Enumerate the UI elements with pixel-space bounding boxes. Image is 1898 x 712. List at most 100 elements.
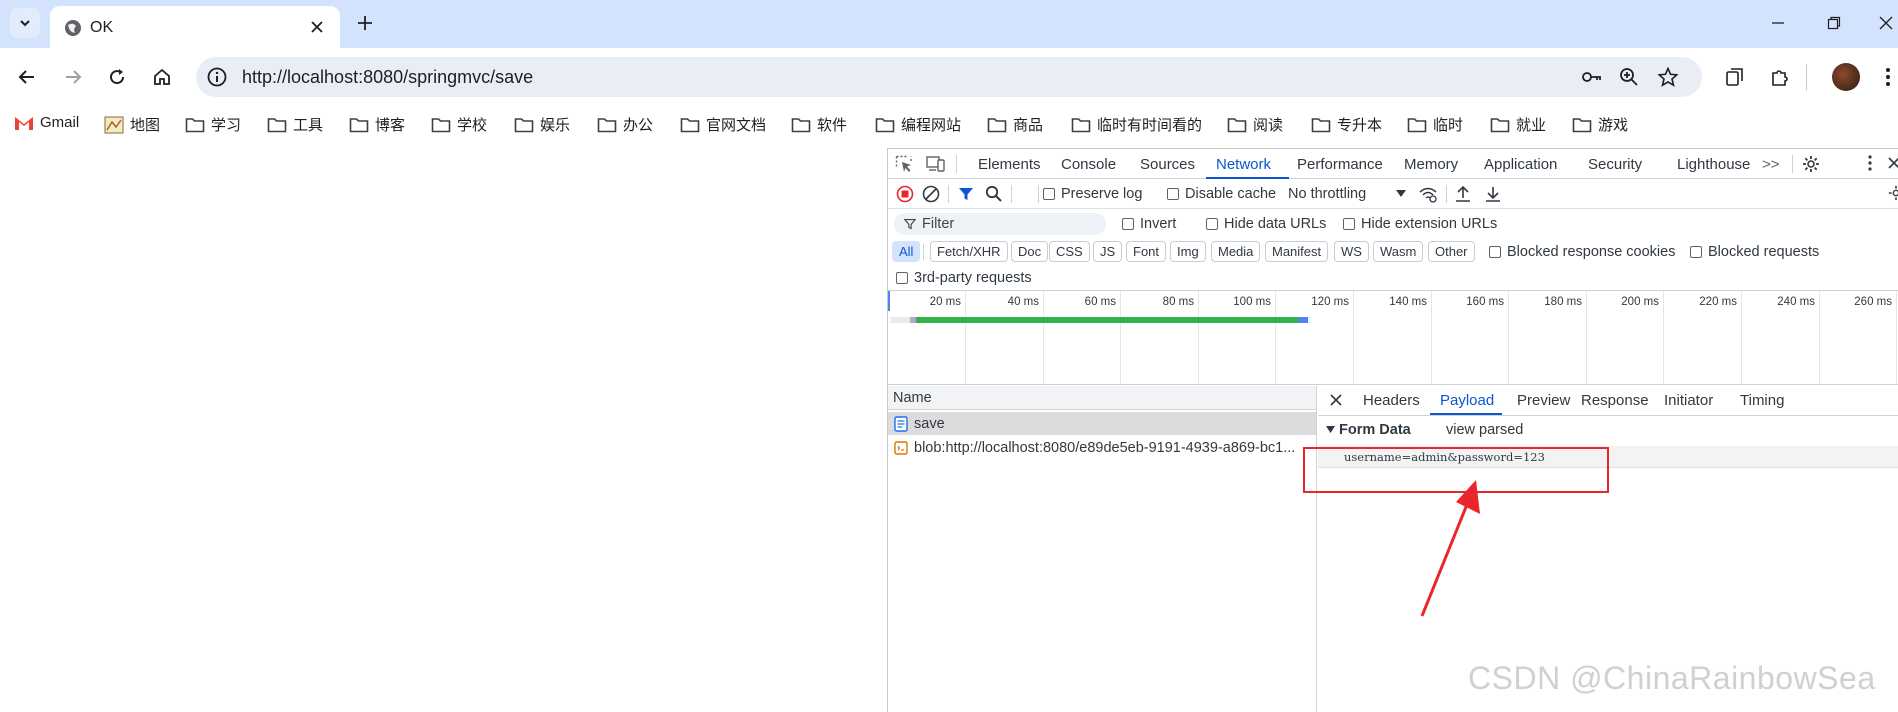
bookmark-folder-docs[interactable]: 官网文档 bbox=[680, 114, 766, 135]
type-chip-css[interactable]: CSS bbox=[1049, 241, 1090, 262]
type-chip-other[interactable]: Other bbox=[1428, 241, 1475, 262]
type-chip-ws[interactable]: WS bbox=[1334, 241, 1369, 262]
search-button[interactable] bbox=[985, 185, 1002, 202]
disable-cache-checkbox[interactable]: Disable cache bbox=[1167, 186, 1276, 202]
close-window-button[interactable] bbox=[1874, 10, 1898, 36]
reload-button[interactable] bbox=[100, 60, 134, 94]
bookmark-folder-temp[interactable]: 临时 bbox=[1407, 114, 1463, 135]
bookmark-folder-reading[interactable]: 阅读 bbox=[1227, 114, 1283, 135]
network-settings-button[interactable] bbox=[1888, 185, 1898, 201]
tab-sources[interactable]: Sources bbox=[1140, 156, 1195, 173]
type-chip-wasm[interactable]: Wasm bbox=[1373, 241, 1424, 262]
blocked-requests-checkbox[interactable]: Blocked requests bbox=[1690, 244, 1819, 260]
tab-application[interactable]: Application bbox=[1484, 156, 1557, 173]
tab-performance[interactable]: Performance bbox=[1297, 156, 1383, 173]
import-har-button[interactable] bbox=[1455, 185, 1471, 203]
checkbox-box[interactable] bbox=[1043, 188, 1055, 200]
tab-search-button[interactable] bbox=[1718, 60, 1752, 94]
type-chip-font[interactable]: Font bbox=[1126, 241, 1167, 262]
clear-button[interactable] bbox=[922, 185, 940, 203]
filter-input[interactable]: Filter bbox=[894, 213, 1106, 235]
bookmark-folder-school[interactable]: 学校 bbox=[431, 114, 487, 135]
bookmark-gmail[interactable]: Gmail bbox=[14, 114, 79, 131]
bookmark-folder-goods[interactable]: 商品 bbox=[987, 114, 1043, 135]
bookmark-folder-study[interactable]: 学习 bbox=[185, 114, 241, 135]
view-parsed-toggle[interactable]: view parsed bbox=[1446, 422, 1523, 438]
type-chip-manifest[interactable]: Manifest bbox=[1265, 241, 1329, 262]
tab-lighthouse[interactable]: Lighthouse bbox=[1677, 156, 1750, 173]
minimize-button[interactable] bbox=[1763, 10, 1793, 36]
inspect-element-button[interactable] bbox=[895, 155, 913, 173]
blocked-response-cookies-checkbox[interactable]: Blocked response cookies bbox=[1489, 244, 1675, 260]
devtools-close-button[interactable] bbox=[1888, 157, 1898, 169]
checkbox-box[interactable] bbox=[1167, 188, 1179, 200]
export-har-button[interactable] bbox=[1485, 185, 1501, 203]
restore-button[interactable] bbox=[1819, 10, 1849, 36]
bookmark-star-button[interactable] bbox=[1657, 66, 1679, 88]
new-tab-button[interactable] bbox=[352, 10, 378, 36]
type-chip-doc[interactable]: Doc bbox=[1011, 241, 1049, 262]
throttling-select[interactable]: No throttling bbox=[1288, 186, 1407, 202]
hide-data-urls-checkbox[interactable]: Hide data URLs bbox=[1206, 216, 1326, 232]
browser-menu-button[interactable] bbox=[1878, 60, 1898, 94]
home-button[interactable] bbox=[145, 60, 179, 94]
tab-elements[interactable]: Elements bbox=[978, 156, 1041, 173]
bookmark-folder-blog[interactable]: 博客 bbox=[349, 114, 405, 135]
tab-payload[interactable]: Payload bbox=[1440, 392, 1494, 409]
info-icon[interactable] bbox=[206, 66, 228, 88]
filter-toggle-button[interactable] bbox=[958, 186, 974, 202]
tab-timing[interactable]: Timing bbox=[1740, 392, 1784, 409]
back-button[interactable] bbox=[10, 60, 44, 94]
avatar[interactable] bbox=[1832, 63, 1860, 91]
request-row[interactable]: save bbox=[888, 412, 1316, 435]
bookmark-map[interactable]: 地图 bbox=[104, 114, 160, 135]
type-chip-media[interactable]: Media bbox=[1211, 241, 1261, 262]
bookmark-folder-software[interactable]: 软件 bbox=[791, 114, 847, 135]
device-toolbar-button[interactable] bbox=[926, 155, 946, 173]
devtools-menu-button[interactable] bbox=[1868, 155, 1872, 171]
tab-headers[interactable]: Headers bbox=[1363, 392, 1420, 409]
tab-search-menu-button[interactable] bbox=[10, 8, 40, 38]
tab-memory[interactable]: Memory bbox=[1404, 156, 1458, 173]
bookmark-folder-later[interactable]: 临时有时间看的 bbox=[1071, 114, 1202, 135]
bookmark-folder-office[interactable]: 办公 bbox=[597, 114, 653, 135]
forward-button[interactable] bbox=[56, 60, 90, 94]
request-row[interactable]: blob:http://localhost:8080/e89de5eb-9191… bbox=[888, 436, 1316, 459]
record-button[interactable] bbox=[896, 185, 914, 203]
more-tabs-button[interactable]: >> bbox=[1762, 156, 1780, 173]
checkbox-box[interactable] bbox=[1690, 246, 1702, 258]
bookmark-folder-upgrade[interactable]: 专升本 bbox=[1311, 114, 1382, 135]
tab-console[interactable]: Console bbox=[1061, 156, 1116, 173]
tab-initiator[interactable]: Initiator bbox=[1664, 392, 1713, 409]
bookmark-folder-games[interactable]: 游戏 bbox=[1572, 114, 1628, 135]
checkbox-box[interactable] bbox=[1489, 246, 1501, 258]
zoom-button[interactable] bbox=[1618, 66, 1640, 88]
address-bar[interactable]: http://localhost:8080/springmvc/save bbox=[196, 57, 1702, 97]
devtools-settings-button[interactable] bbox=[1802, 155, 1820, 173]
checkbox-box[interactable] bbox=[896, 272, 908, 284]
extensions-button[interactable] bbox=[1763, 60, 1797, 94]
bookmark-folder-jobs[interactable]: 就业 bbox=[1490, 114, 1546, 135]
invert-checkbox[interactable]: Invert bbox=[1122, 216, 1176, 232]
bookmark-folder-entertainment[interactable]: 娱乐 bbox=[514, 114, 570, 135]
close-tab-button[interactable] bbox=[306, 16, 328, 38]
bookmark-folder-programming[interactable]: 编程网站 bbox=[875, 114, 961, 135]
form-data-section-header[interactable]: Form Data bbox=[1326, 422, 1411, 438]
network-overview-timeline[interactable]: 20 ms 40 ms 60 ms 80 ms 100 ms 120 ms 140 ms 16… bbox=[888, 291, 1898, 385]
column-header-name[interactable]: Name bbox=[888, 386, 1316, 410]
url-text[interactable]: http://localhost:8080/springmvc/save bbox=[242, 67, 533, 88]
type-chip-js[interactable]: JS bbox=[1093, 241, 1123, 262]
third-party-checkbox[interactable]: 3rd-party requests bbox=[896, 270, 1032, 286]
checkbox-box[interactable] bbox=[1343, 218, 1355, 230]
hide-extension-urls-checkbox[interactable]: Hide extension URLs bbox=[1343, 216, 1497, 232]
type-chip-img[interactable]: Img bbox=[1170, 241, 1206, 262]
close-details-button[interactable] bbox=[1330, 394, 1342, 406]
network-conditions-button[interactable] bbox=[1418, 185, 1438, 203]
preserve-log-checkbox[interactable]: Preserve log bbox=[1043, 186, 1142, 202]
bookmark-folder-tools[interactable]: 工具 bbox=[267, 114, 323, 135]
password-key-button[interactable] bbox=[1580, 66, 1602, 88]
type-chip-all[interactable]: All bbox=[892, 241, 921, 262]
checkbox-box[interactable] bbox=[1206, 218, 1218, 230]
tab-network[interactable]: Network bbox=[1216, 156, 1271, 173]
tab-security[interactable]: Security bbox=[1588, 156, 1642, 173]
